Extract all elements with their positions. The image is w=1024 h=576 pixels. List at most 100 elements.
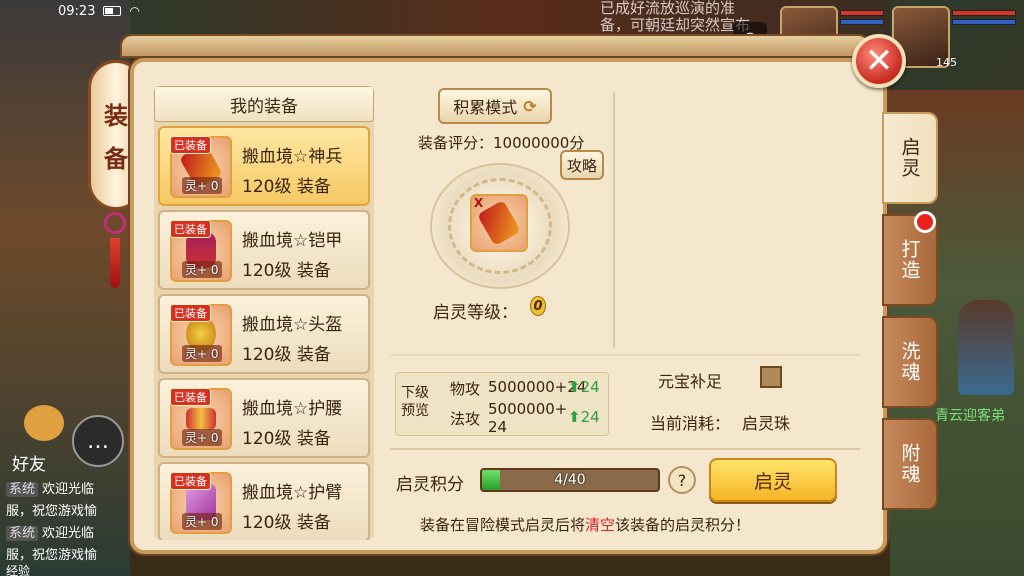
- refresh-icon: ⟳: [523, 96, 537, 116]
- tab-wash-soul[interactable]: 洗魂: [882, 316, 938, 408]
- guide-button[interactable]: 攻略: [560, 150, 604, 180]
- footer-note-part-1: 装备在冒险模式启灵后将: [420, 516, 586, 534]
- spirit-points-progress: 4/40: [480, 468, 660, 492]
- footer-note-warn: 清空: [585, 516, 616, 534]
- pet-status-bars: [840, 10, 884, 28]
- lantern-char-1: 装: [104, 101, 128, 130]
- equipment-item[interactable]: 已装备 灵+ 0 搬血境☆护臂 120级 装备: [158, 462, 370, 540]
- ingot-supplement-label: 元宝补足: [658, 372, 723, 391]
- equipped-tag: 已装备: [170, 136, 211, 154]
- chat-line: 系统 欢迎光临: [6, 522, 94, 541]
- equipment-item-level: 120级 装备: [242, 345, 331, 365]
- divider: [390, 354, 860, 356]
- preview-title: 下级预览: [401, 385, 429, 419]
- chat-tag: 系统: [6, 482, 39, 497]
- equipment-item-icon: 已装备 灵+ 0: [170, 136, 232, 198]
- footer-note-part-2: 该装备的启灵积分！: [615, 516, 751, 534]
- friends-label[interactable]: 好友: [12, 450, 46, 475]
- equipped-tag: 已装备: [170, 304, 211, 322]
- chat-text: 欢迎光临: [42, 526, 95, 541]
- equipment-item-level: 120级 装备: [242, 261, 331, 281]
- panel-roof: [120, 34, 870, 58]
- equipped-tag: 已装备: [170, 472, 211, 490]
- pet-hp-bar: [840, 10, 884, 16]
- spirit-tag: 灵+ 0: [182, 177, 222, 194]
- selected-item-icon[interactable]: X: [470, 194, 528, 252]
- tab-label: 洗魂: [898, 341, 921, 383]
- spirit-tag: 灵+ 0: [182, 429, 222, 446]
- up-arrow-icon: ⬆: [568, 378, 581, 396]
- equipment-item-name: 搬血境☆铠甲: [242, 231, 343, 251]
- tab-label: 打造: [898, 239, 921, 281]
- close-button[interactable]: ✕: [852, 34, 906, 88]
- npc-character[interactable]: [958, 300, 1014, 395]
- wifi-icon: ◠: [129, 4, 140, 18]
- chat-line: 服，祝您游戏愉: [6, 544, 97, 563]
- footer-note: 装备在冒险模式启灵后将清空该装备的启灵积分！: [420, 514, 750, 535]
- equipment-item-icon: 已装备 灵+ 0: [170, 304, 232, 366]
- chat-text: 服，祝您游戏愉: [6, 504, 98, 519]
- equipment-item-level: 120级 装备: [242, 513, 331, 533]
- equipment-item-icon: 已装备 灵+ 0: [170, 388, 232, 450]
- tab-label: 启灵: [898, 137, 921, 179]
- magic-attack-value-2: 24: [488, 418, 508, 436]
- chat-line: 系统 欢迎光临: [6, 478, 94, 497]
- player-hp-bar: [952, 10, 1016, 16]
- chat-tag: 系统: [6, 526, 39, 541]
- magic-attack-value: 5000000+: [488, 400, 568, 418]
- status-time: 09:23: [58, 3, 96, 19]
- equipment-item-icon: 已装备 灵+ 0: [170, 472, 232, 534]
- equipment-item[interactable]: 已装备 灵+ 0 搬血境☆神兵 120级 装备: [158, 126, 370, 206]
- spirit-points-label: 启灵积分: [396, 475, 464, 495]
- current-cost-value: 启灵珠: [742, 414, 791, 433]
- belt-icon: [186, 408, 216, 430]
- spirit-level-value: 0: [530, 296, 546, 316]
- equipment-score: 装备评分：10000000分: [418, 134, 585, 152]
- magic-up-value: 24: [580, 408, 600, 426]
- spirit-level-label: 启灵等级：: [433, 303, 518, 323]
- equipment-item-level: 120级 装备: [242, 429, 331, 449]
- divider: [613, 92, 615, 348]
- equipment-item-name: 搬血境☆神兵: [242, 147, 343, 167]
- chat-text: 欢迎光临: [42, 482, 95, 497]
- lantern-char-2: 备: [104, 144, 128, 173]
- progress-text: 4/40: [554, 472, 586, 488]
- equipment-item[interactable]: 已装备 灵+ 0 搬血境☆头盔 120级 装备: [158, 294, 370, 374]
- accumulate-mode-button[interactable]: 积累模式 ⟳: [438, 88, 552, 124]
- equipment-item-name: 搬血境☆护臂: [242, 483, 343, 503]
- equipment-item-level: 120级 装备: [242, 177, 331, 197]
- player-status-bars: [952, 10, 1016, 28]
- equipment-item-icon: 已装备 灵+ 0: [170, 220, 232, 282]
- pet-mp-bar: [840, 19, 884, 25]
- mode-button-label: 积累模式: [453, 98, 518, 117]
- status-bar: 09:23 ◠: [58, 2, 140, 20]
- spirit-tag: 灵+ 0: [182, 261, 222, 278]
- equipment-item[interactable]: 已装备 灵+ 0 搬血境☆铠甲 120级 装备: [158, 210, 370, 290]
- tab-awaken[interactable]: 启灵: [882, 112, 938, 204]
- tassel-icon: [110, 238, 120, 288]
- player-mp-bar: [952, 19, 1016, 25]
- magic-attack-label: 法攻: [450, 410, 481, 428]
- equipment-list-header: 我的装备: [154, 86, 374, 122]
- player-level: 145: [936, 56, 957, 69]
- tab-label: 附魂: [898, 443, 921, 485]
- tab-attach-soul[interactable]: 附魂: [882, 418, 938, 510]
- equipment-item[interactable]: 已装备 灵+ 0 搬血境☆护腰 120级 装备: [158, 378, 370, 458]
- up-arrow-icon: ⬆: [568, 408, 581, 426]
- battery-icon: [103, 6, 122, 16]
- chat-bubble-icon[interactable]: …: [72, 415, 124, 467]
- weapon-icon: [477, 199, 521, 247]
- knot-icon: [104, 212, 126, 234]
- ingot-supplement-checkbox[interactable]: [760, 366, 782, 388]
- lantern-tassel: [104, 212, 126, 312]
- exp-label: 经验: [6, 564, 31, 576]
- spirit-tag: 灵+ 0: [182, 345, 222, 362]
- divider: [390, 448, 860, 450]
- equipment-list: 我的装备 已装备 灵+ 0 搬血境☆神兵 120级 装备 已装备 灵+ 0 搬血…: [154, 86, 374, 540]
- npc-name: 青云迎客弟: [935, 408, 1005, 424]
- chat-text: 服，祝您游戏愉: [6, 548, 98, 563]
- help-icon[interactable]: ?: [668, 466, 696, 494]
- awaken-button[interactable]: 启灵: [709, 458, 837, 502]
- x-tag: X: [474, 196, 484, 210]
- friends-icon[interactable]: [24, 405, 64, 441]
